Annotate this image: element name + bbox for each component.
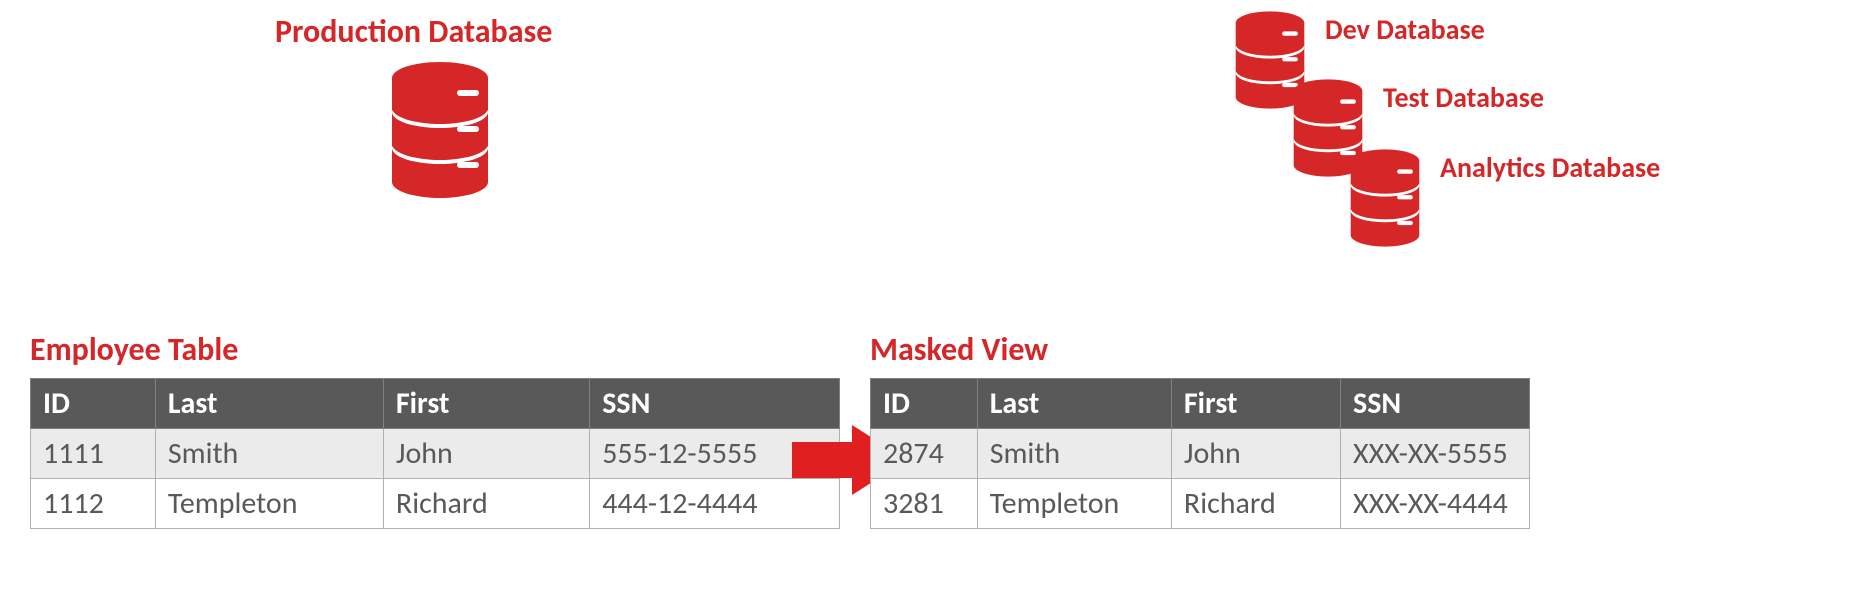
table-row: 1111 Smith John 555-12-5555	[31, 429, 840, 479]
col-ssn: SSN	[1341, 379, 1530, 429]
col-first: First	[383, 379, 589, 429]
cell-id-masked: 3281	[871, 479, 978, 529]
masked-table: ID Last First SSN 2874 Smith John XXX-XX…	[870, 378, 1530, 529]
table-row: 1112 Templeton Richard 444-12-4444	[31, 479, 840, 529]
table-row: 3281 Templeton Richard XXX-XX-4444	[871, 479, 1530, 529]
cell-id: 1112	[31, 479, 156, 529]
cell-id-masked: 2874	[871, 429, 978, 479]
cell-first: Richard	[1171, 479, 1340, 529]
cell-last: Templeton	[155, 479, 383, 529]
table-row: 2874 Smith John XXX-XX-5555	[871, 429, 1530, 479]
analytics-database-label: Analytics Database	[1440, 150, 1660, 185]
employee-table-title: Employee Table	[30, 330, 238, 369]
col-id: ID	[31, 379, 156, 429]
table-header-row: ID Last First SSN	[31, 379, 840, 429]
col-last: Last	[155, 379, 383, 429]
cell-first: Richard	[383, 479, 589, 529]
dev-database-label: Dev Database	[1325, 12, 1485, 47]
col-first: First	[1171, 379, 1340, 429]
cell-last: Templeton	[977, 479, 1171, 529]
col-last: Last	[977, 379, 1171, 429]
cell-ssn-masked: XXX-XX-5555	[1341, 429, 1530, 479]
cell-last: Smith	[155, 429, 383, 479]
cell-last: Smith	[977, 429, 1171, 479]
test-database-label: Test Database	[1383, 80, 1544, 115]
cell-first: John	[383, 429, 589, 479]
masked-view-title: Masked View	[870, 330, 1048, 369]
database-icon	[385, 60, 495, 200]
table-header-row: ID Last First SSN	[871, 379, 1530, 429]
col-id: ID	[871, 379, 978, 429]
database-icon	[1345, 148, 1425, 248]
production-database-label: Production Database	[275, 12, 552, 51]
cell-ssn-masked: XXX-XX-4444	[1341, 479, 1530, 529]
cell-first: John	[1171, 429, 1340, 479]
employee-table: ID Last First SSN 1111 Smith John 555-12…	[30, 378, 840, 529]
cell-id: 1111	[31, 429, 156, 479]
